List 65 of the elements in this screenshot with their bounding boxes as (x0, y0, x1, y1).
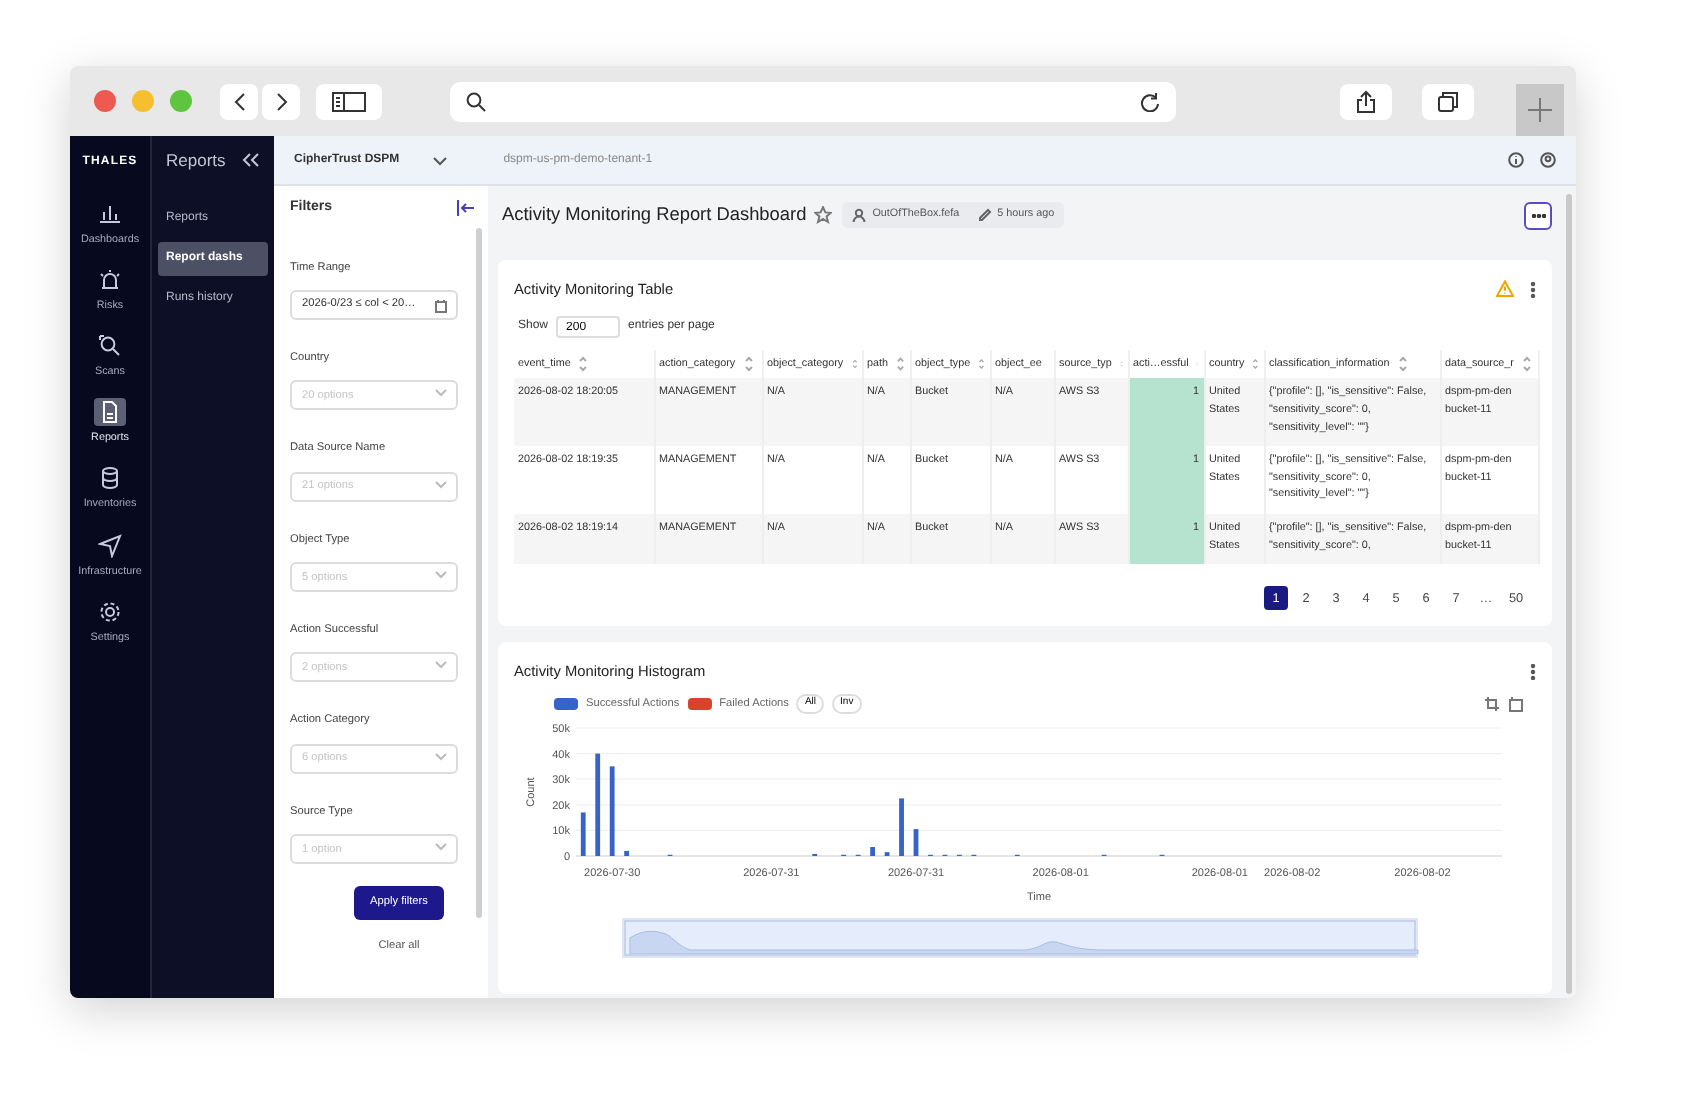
sort-icon[interactable] (1397, 356, 1408, 373)
histogram-bar (899, 798, 904, 856)
kebab-menu-button[interactable] (1530, 281, 1536, 298)
plus-icon (1528, 98, 1552, 122)
zoom-icon[interactable] (1484, 696, 1500, 713)
search-icon (466, 91, 486, 111)
star-icon[interactable] (814, 206, 833, 224)
collapse-icon (456, 200, 476, 217)
kebab-icon (1530, 281, 1536, 298)
chevron-down-icon (434, 388, 448, 399)
product-dropdown[interactable] (431, 155, 448, 165)
legend-swatch[interactable] (687, 698, 712, 711)
bar-chart-icon (98, 202, 122, 226)
histogram-bar (913, 829, 919, 856)
kebab-icon (1530, 663, 1536, 680)
scan-search-icon (98, 334, 122, 359)
warning-icon (1496, 280, 1514, 299)
tabs-icon (1438, 91, 1458, 111)
chevron-down-icon (434, 479, 448, 490)
reload-icon (1140, 91, 1160, 111)
settings-icon (98, 599, 122, 624)
user-icon (852, 207, 867, 222)
user-button[interactable] (1540, 152, 1556, 168)
close-window-button[interactable] (94, 90, 116, 112)
histogram-bar (609, 766, 615, 856)
collapse-button[interactable] (242, 152, 260, 169)
legend-swatch[interactable] (554, 698, 578, 711)
send-icon (98, 533, 122, 558)
help-icon (1508, 152, 1524, 168)
address-field[interactable] (450, 81, 1176, 121)
collapse-panel-button[interactable] (456, 200, 476, 217)
histogram-bar (580, 812, 586, 856)
sort-icon[interactable] (743, 356, 754, 373)
histogram-bar (624, 850, 630, 856)
siren-icon (98, 268, 122, 293)
sort-icon[interactable] (896, 356, 905, 373)
chevron-down-icon (434, 660, 448, 671)
sort-icon[interactable] (578, 356, 589, 373)
sidebar-icon (332, 91, 366, 111)
chevron-down-icon (434, 842, 448, 853)
histogram-bar (870, 846, 875, 856)
histogram-bar (595, 753, 601, 856)
section-title: Reports (166, 148, 226, 174)
share-icon (1356, 89, 1376, 113)
chevron-down-icon (434, 751, 448, 762)
document-icon (98, 400, 122, 425)
restore-icon[interactable] (1508, 696, 1524, 713)
chevron-down-icon (431, 155, 448, 165)
chevron-down-icon (434, 570, 448, 581)
pencil-icon (977, 207, 992, 222)
forward-button[interactable] (262, 83, 300, 119)
back-button[interactable] (220, 83, 258, 119)
new-tab-button[interactable] (1516, 84, 1564, 136)
sidebar-button[interactable] (316, 83, 382, 119)
sort-icon[interactable] (1521, 356, 1532, 373)
user-icon (1540, 152, 1556, 168)
database-icon (98, 466, 122, 491)
kebab-menu-button[interactable] (1530, 663, 1536, 680)
tabs-button[interactable] (1422, 83, 1474, 119)
more-options-button[interactable] (1524, 201, 1552, 229)
calendar-icon (434, 297, 448, 314)
double-chevron-icon (242, 152, 260, 169)
help-button[interactable] (1508, 152, 1524, 168)
share-button[interactable] (1340, 83, 1392, 119)
dashboard-title: Activity Monitoring Report Dashboard (502, 201, 807, 228)
